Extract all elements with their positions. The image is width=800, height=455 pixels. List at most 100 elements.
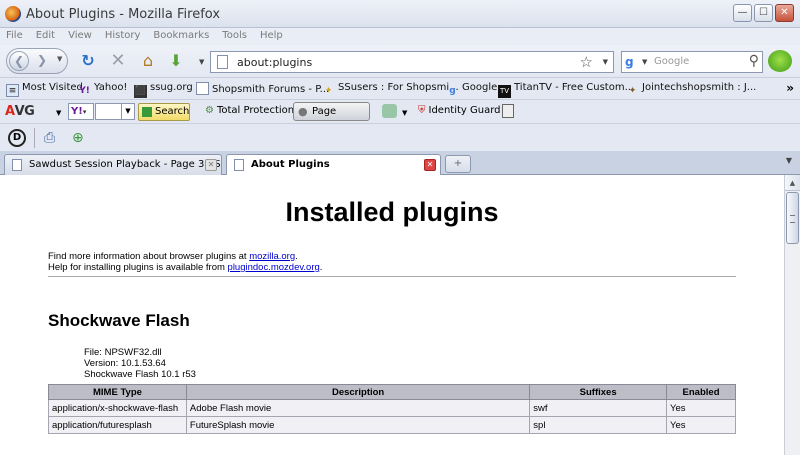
page-icon bbox=[217, 55, 228, 69]
plugindoc-link[interactable]: plugindoc.mozdev.org bbox=[228, 262, 320, 273]
search-engine-dropdown-icon[interactable]: ▼ bbox=[642, 58, 647, 66]
menu-history[interactable]: History bbox=[105, 28, 141, 45]
bookmark-item[interactable]: ≡ Most Visited bbox=[6, 82, 83, 97]
mime-type-cell: application/futuresplash bbox=[48, 416, 187, 434]
calculator-icon[interactable] bbox=[502, 104, 514, 118]
bookmark-star-icon[interactable]: ☆ bbox=[580, 53, 593, 71]
identity-guard-button[interactable]: ⛨ Identity Guard bbox=[418, 105, 501, 116]
back-button[interactable]: ❮ bbox=[9, 51, 29, 71]
bookmark-item[interactable]: TV TitanTV - Free Custom... bbox=[498, 82, 634, 98]
bookmark-folder-icon: ≡ bbox=[6, 84, 19, 97]
bookmark-item[interactable]: g Google bbox=[446, 82, 497, 98]
plugin-version: Version: 10.1.53.64 bbox=[84, 358, 166, 369]
reload-button[interactable]: ↻ bbox=[78, 51, 98, 71]
divider bbox=[48, 276, 736, 277]
page-content: Installed plugins Find more information … bbox=[0, 175, 784, 455]
maximize-button[interactable]: ☐ bbox=[754, 4, 773, 22]
home-button[interactable]: ⌂ bbox=[138, 51, 158, 71]
mozilla-link[interactable]: mozilla.org bbox=[249, 251, 295, 262]
addon-icon[interactable] bbox=[768, 50, 792, 72]
new-tab-button[interactable]: + bbox=[445, 155, 471, 173]
total-protection-button[interactable]: ⚙ Total Protection bbox=[205, 105, 294, 116]
avg-toolbar: AVG ▼ Y!▾ ▼ Search ⚙Total Protection Pag… bbox=[0, 99, 800, 134]
avg-extra-icon[interactable] bbox=[382, 104, 397, 118]
suffix-cell: spl bbox=[529, 416, 668, 434]
avg-search-button[interactable]: Search bbox=[138, 103, 190, 121]
column-header: Description bbox=[185, 384, 531, 400]
column-header: MIME Type bbox=[48, 384, 187, 400]
google-engine-icon[interactable]: g bbox=[625, 55, 639, 69]
toolbar-dropdown-icon[interactable]: ▼ bbox=[199, 58, 204, 66]
forward-button[interactable]: ❯ bbox=[37, 53, 47, 67]
list-all-tabs-icon[interactable]: ▼ bbox=[782, 156, 796, 170]
column-header: Suffixes bbox=[529, 384, 668, 400]
page-icon bbox=[234, 159, 244, 171]
suffix-cell: swf bbox=[529, 399, 668, 417]
download-icon[interactable]: ⬇ bbox=[166, 51, 186, 71]
print-icon[interactable]: ⎙ bbox=[44, 130, 55, 146]
address-bar[interactable]: about:plugins ☆ ▼ bbox=[210, 51, 614, 73]
window-controls: — ☐ ✕ bbox=[733, 4, 794, 22]
bookmarks-overflow-icon[interactable]: » bbox=[786, 81, 794, 95]
plugin-name: Shockwave Flash bbox=[48, 311, 190, 330]
avg-search-input[interactable]: ▼ bbox=[95, 103, 135, 120]
avg-logo[interactable]: AVG bbox=[5, 104, 35, 119]
plugin-file: File: NPSWF32.dll bbox=[84, 347, 162, 358]
back-forward-group: ❮ ❯ ▼ bbox=[6, 48, 68, 74]
history-dropdown-icon[interactable]: ▼ bbox=[57, 55, 62, 63]
menu-file[interactable]: File bbox=[6, 28, 23, 45]
info-text: Find more information about browser plug… bbox=[48, 251, 323, 273]
table-row: application/x-shockwave-flash Adobe Flas… bbox=[48, 399, 736, 417]
menu-help[interactable]: Help bbox=[260, 28, 283, 45]
description-cell: FutureSplash movie bbox=[185, 416, 531, 434]
table-row: application/futuresplash FutureSplash mo… bbox=[48, 416, 736, 434]
search-icon[interactable]: ⚲ bbox=[749, 53, 759, 69]
page-icon bbox=[12, 159, 22, 171]
scrollbar-thumb[interactable] bbox=[786, 192, 799, 244]
avg-extra-dropdown-icon[interactable]: ▼ bbox=[402, 109, 407, 117]
add-icon[interactable]: ⊕ bbox=[72, 130, 84, 146]
close-tab-icon[interactable]: ✕ bbox=[205, 159, 217, 171]
vertical-scrollbar[interactable]: ▲ bbox=[784, 175, 800, 455]
search-input[interactable]: Google bbox=[654, 56, 689, 67]
bookmark-item[interactable]: ✦ SSusers : For Shopsmi... bbox=[322, 82, 459, 98]
toolbar-divider bbox=[34, 128, 35, 148]
scroll-up-button[interactable]: ▲ bbox=[785, 175, 800, 191]
page-status-button[interactable]: Page Status bbox=[293, 102, 370, 134]
menu-bookmarks[interactable]: Bookmarks bbox=[153, 28, 209, 45]
bookmark-item[interactable]: Shopsmith Forums - P... bbox=[196, 82, 329, 95]
menu-edit[interactable]: Edit bbox=[36, 28, 55, 45]
bookmarks-toolbar: ≡ Most Visited Y! Yahoo! ⬛ ssug.org Shopsmi… bbox=[0, 77, 800, 99]
enabled-cell: Yes bbox=[666, 399, 736, 417]
bookmark-item[interactable]: ✦ Jointechshopsmith : J... bbox=[626, 82, 757, 98]
navigation-toolbar: ❮ ❯ ▼ ↻ ✕ ⌂ ⬇ ▼ about:plugins ☆ ▼ g ▼ Go… bbox=[0, 45, 800, 77]
search-box[interactable]: g ▼ Google ⚲ bbox=[621, 51, 763, 73]
bookmark-item[interactable]: ⬛ ssug.org bbox=[134, 82, 193, 98]
mime-table: MIME Type Description Suffixes Enabled a… bbox=[48, 384, 736, 434]
description-cell: Adobe Flash movie bbox=[185, 399, 531, 417]
d-logo-icon[interactable]: D bbox=[8, 129, 26, 147]
menu-tools[interactable]: Tools bbox=[222, 28, 247, 45]
yahoo-icon: Y! bbox=[79, 86, 90, 96]
yahoo-engine-selector[interactable]: Y!▾ bbox=[68, 103, 94, 120]
tab-sawdust[interactable]: Sawdust Session Playback - Page 3 - S...… bbox=[4, 154, 222, 175]
menu-view[interactable]: View bbox=[68, 28, 92, 45]
extra-toolbar: D ⎙ ⊕ bbox=[0, 123, 800, 151]
bookmark-item[interactable]: Y! Yahoo! bbox=[78, 82, 127, 98]
address-dropdown-icon[interactable]: ▼ bbox=[603, 58, 608, 66]
tab-about-plugins[interactable]: About Plugins ✕ bbox=[226, 154, 441, 176]
title-bar: About Plugins - Mozilla Firefox — ☐ ✕ bbox=[0, 0, 800, 28]
plugin-meta: File: NPSWF32.dll Version: 10.1.53.64 Sh… bbox=[84, 347, 196, 380]
close-window-button[interactable]: ✕ bbox=[775, 4, 794, 22]
close-tab-icon[interactable]: ✕ bbox=[424, 159, 436, 171]
tab-label: Sawdust Session Playback - Page 3 - S... bbox=[29, 159, 222, 170]
minimize-button[interactable]: — bbox=[733, 4, 752, 22]
chevron-down-icon[interactable]: ▼ bbox=[121, 104, 134, 119]
identity-shield-icon: ⛨ bbox=[418, 105, 426, 116]
tab-label: About Plugins bbox=[251, 159, 330, 170]
address-input[interactable]: about:plugins bbox=[237, 56, 312, 69]
jointech-icon: ✦ bbox=[628, 86, 637, 96]
column-header: Enabled bbox=[666, 384, 736, 400]
avg-menu-dropdown-icon[interactable]: ▼ bbox=[56, 109, 61, 117]
stop-button[interactable]: ✕ bbox=[108, 51, 128, 71]
